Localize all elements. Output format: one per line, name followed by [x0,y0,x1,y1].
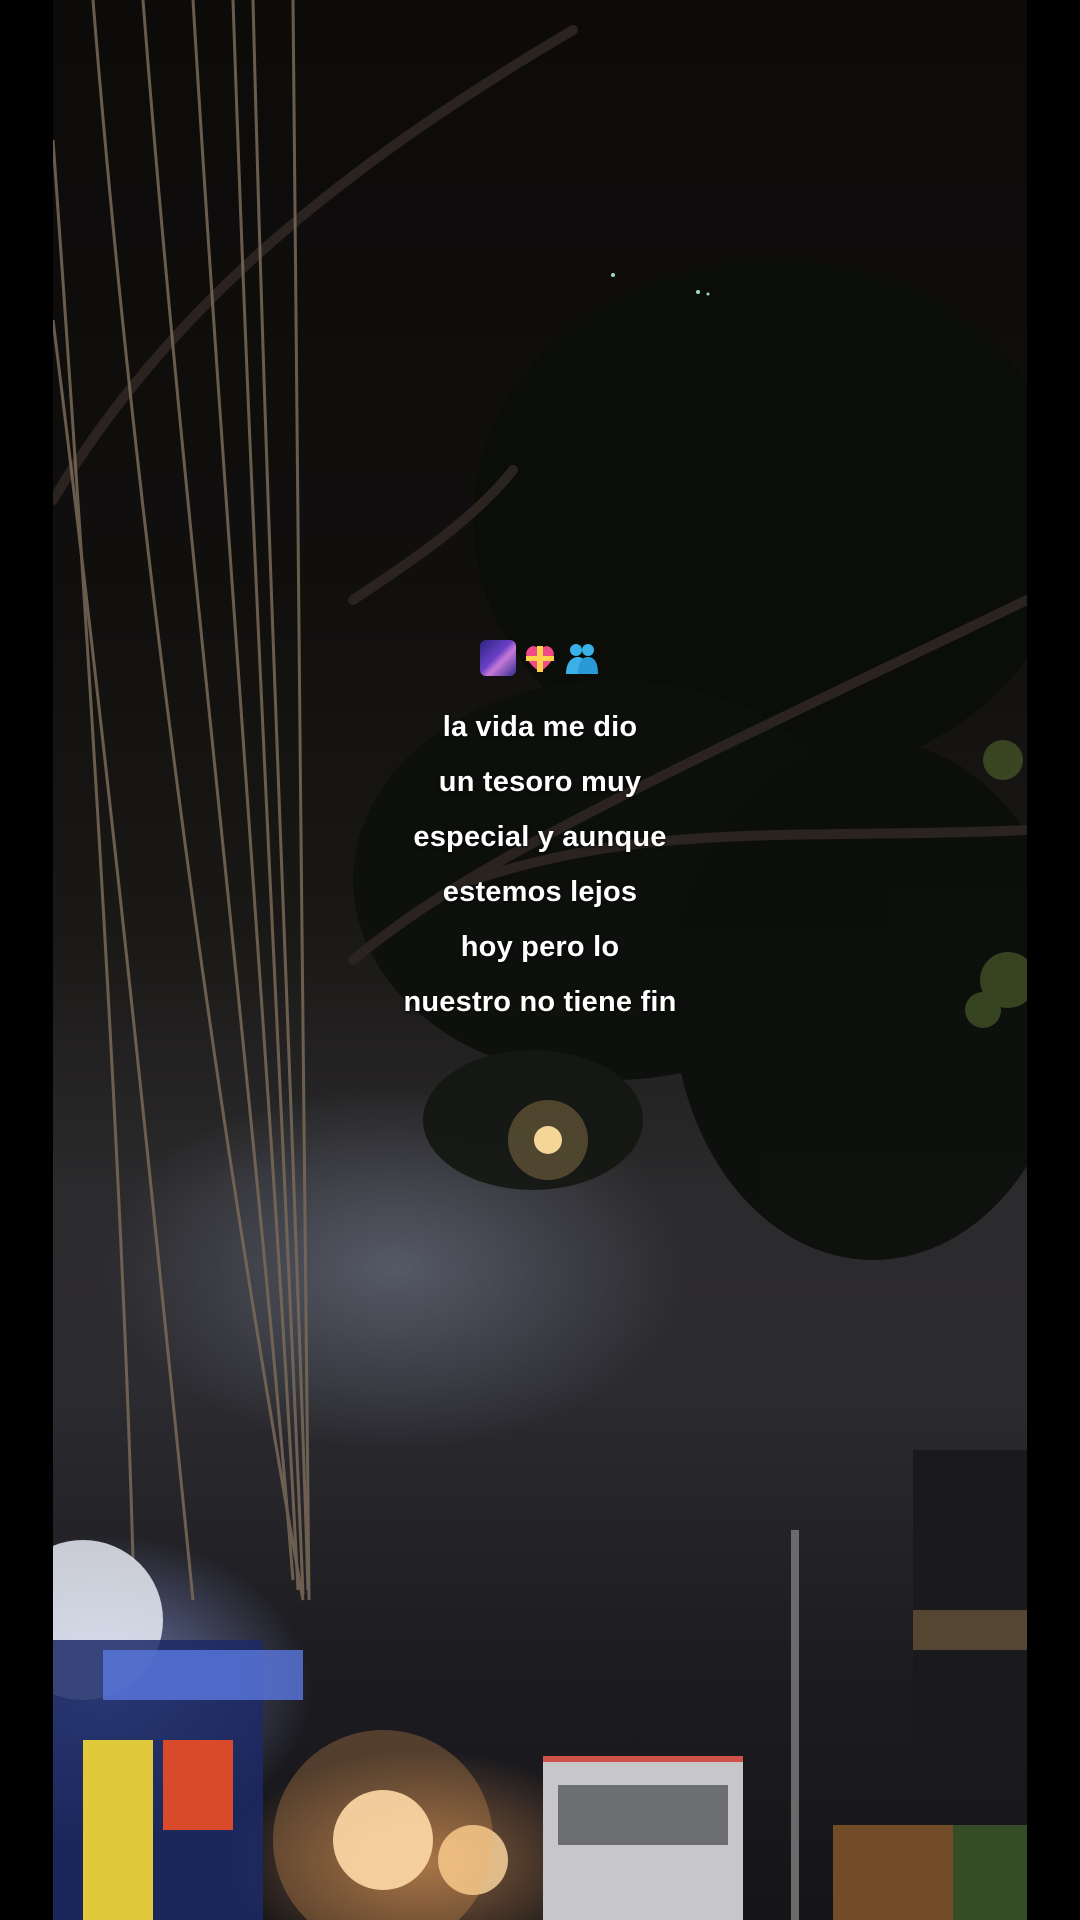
video-stage: la vida me dio un tesoro muy especial y … [0,0,1080,1920]
people-hugging-icon [564,640,600,676]
caption-line: nuestro no tiene fin [403,986,677,1018]
heart-with-ribbon-icon [522,640,558,676]
story-caption: la vida me dio un tesoro muy especial y … [0,640,1080,1030]
caption-line: un tesoro muy [438,766,642,798]
truck [543,1756,743,1920]
building-right [913,1450,1027,1750]
caption-line: especial y aunque [413,821,667,853]
storefront [53,1640,303,1920]
caption-line: hoy pero lo [460,931,620,963]
caption-line: la vida me dio [442,711,638,743]
milky-way-icon [480,640,516,676]
car-headlights [273,1730,508,1920]
utility-pole [791,1530,799,1920]
caption-line: estemos lejos [442,876,638,908]
caption-emoji-row [0,640,1080,678]
